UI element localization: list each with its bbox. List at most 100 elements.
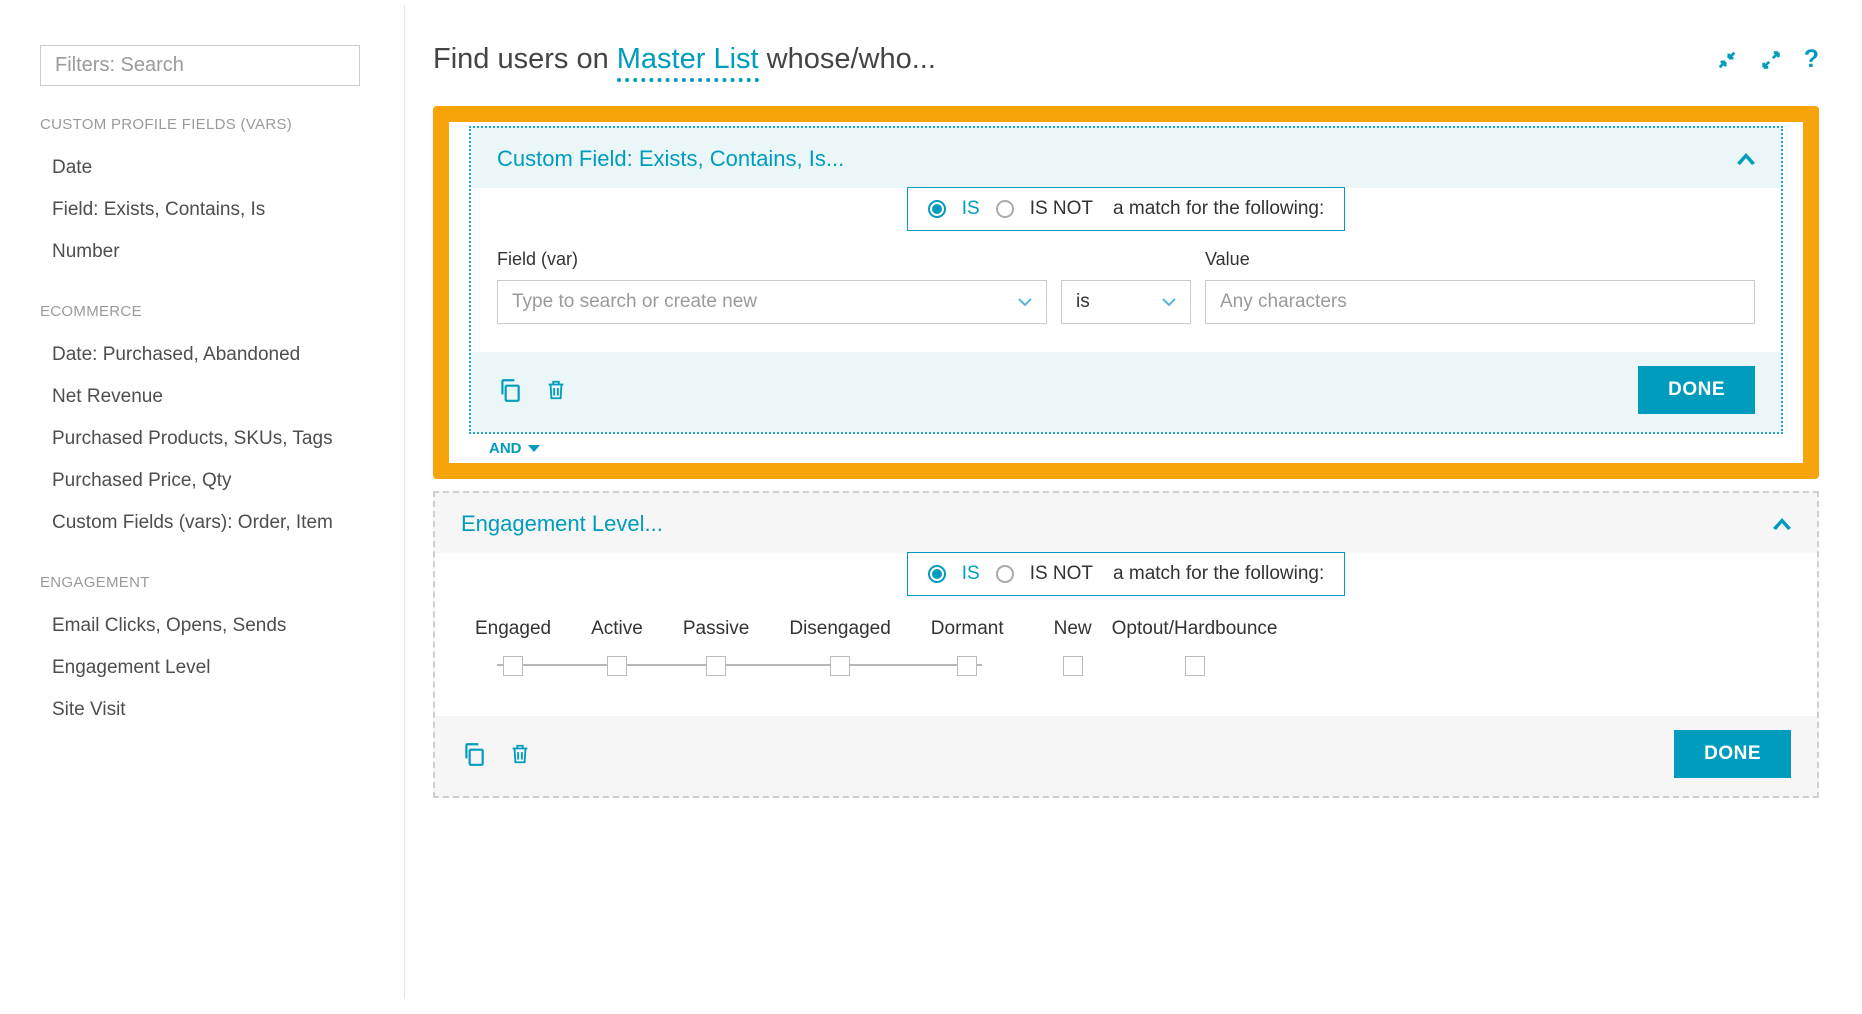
radio-is-not[interactable] xyxy=(996,565,1014,583)
is-isnot-toggle: IS IS NOT a match for the following: xyxy=(907,187,1346,231)
expand-icon[interactable] xyxy=(1760,49,1782,71)
and-connector[interactable]: AND xyxy=(469,434,1783,461)
sidebar-item-engagement-level[interactable]: Engagement Level xyxy=(40,647,372,689)
copy-icon[interactable] xyxy=(497,377,523,403)
radio-is-label: IS xyxy=(962,563,980,585)
collapse-card-icon[interactable] xyxy=(1737,153,1755,165)
is-isnot-toggle: IS IS NOT a match for the following: xyxy=(907,552,1346,596)
done-button[interactable]: DONE xyxy=(1674,730,1791,778)
sidebar-item-number[interactable]: Number xyxy=(40,231,372,273)
header-actions: ? xyxy=(1716,45,1819,74)
card-body: IS IS NOT a match for the following: Eng… xyxy=(435,553,1817,716)
criteria-custom-field: Custom Field: Exists, Contains, Is... IS… xyxy=(469,126,1783,434)
radio-is-label: IS xyxy=(962,198,980,220)
sidebar-item-site-visit[interactable]: Site Visit xyxy=(40,689,372,731)
level-disengaged: Disengaged xyxy=(789,618,890,676)
chevron-down-icon xyxy=(1018,298,1032,307)
level-label: Engaged xyxy=(475,618,551,640)
radio-is-not-label: IS NOT xyxy=(1030,198,1093,220)
value-input[interactable]: Any characters xyxy=(1205,280,1755,324)
level-checkbox[interactable] xyxy=(1063,656,1083,676)
card-title-custom-field: Custom Field: Exists, Contains, Is... xyxy=(497,146,844,172)
done-button[interactable]: DONE xyxy=(1638,366,1755,414)
level-active: Active xyxy=(591,618,643,676)
help-icon[interactable]: ? xyxy=(1804,45,1819,74)
operator-combo[interactable]: is xyxy=(1061,280,1191,324)
value-label: Value xyxy=(1205,249,1755,270)
level-optout: Optout/Hardbounce xyxy=(1112,618,1278,676)
collapse-icon[interactable] xyxy=(1716,49,1738,71)
section-label-custom-profile: CUSTOM PROFILE FIELDS (VARS) xyxy=(40,116,372,133)
level-checkbox[interactable] xyxy=(503,656,523,676)
card-footer-actions xyxy=(497,377,567,403)
engagement-levels-row: Engaged Active Passive Disengaged Dorman… xyxy=(435,614,1817,716)
chevron-down-icon xyxy=(1162,298,1176,307)
operator-value: is xyxy=(1076,291,1090,313)
card-header: Custom Field: Exists, Contains, Is... xyxy=(471,128,1781,188)
card-footer: DONE xyxy=(471,352,1781,432)
card-title-engagement: Engagement Level... xyxy=(461,511,663,537)
operator-spacer xyxy=(1061,249,1191,270)
match-text: a match for the following: xyxy=(1113,563,1324,585)
copy-icon[interactable] xyxy=(461,741,487,767)
sidebar-item-net-revenue[interactable]: Net Revenue xyxy=(40,376,372,418)
level-checkbox[interactable] xyxy=(706,656,726,676)
sidebar-item-purchased-price[interactable]: Purchased Price, Qty xyxy=(40,460,372,502)
search-field-wrap[interactable] xyxy=(40,45,360,86)
chevron-down-icon xyxy=(528,445,540,453)
level-label: Dormant xyxy=(931,618,1004,640)
value-col: Value Any characters xyxy=(1205,249,1755,324)
level-engaged: Engaged xyxy=(475,618,551,676)
level-passive: Passive xyxy=(683,618,750,676)
level-label: Disengaged xyxy=(789,618,890,640)
sidebar-item-field-exists[interactable]: Field: Exists, Contains, Is xyxy=(40,189,372,231)
level-checkbox[interactable] xyxy=(957,656,977,676)
sidebar-item-email-clicks[interactable]: Email Clicks, Opens, Sends xyxy=(40,605,372,647)
match-row: IS IS NOT a match for the following: xyxy=(435,553,1817,614)
headline-row: Find users on Master List whose/who... ? xyxy=(433,43,1819,76)
master-list-link[interactable]: Master List xyxy=(617,43,759,82)
section-label-ecommerce: ECOMMERCE xyxy=(40,303,372,320)
level-checkbox[interactable] xyxy=(1185,656,1205,676)
radio-is-not[interactable] xyxy=(996,200,1014,218)
collapse-card-icon[interactable] xyxy=(1773,518,1791,530)
trash-icon[interactable] xyxy=(545,377,567,403)
sidebar-item-date[interactable]: Date xyxy=(40,147,372,189)
filters-search-input[interactable] xyxy=(55,54,345,77)
radio-is-not-label: IS NOT xyxy=(1030,563,1093,585)
engagement-scale: Engaged Active Passive Disengaged Dorman… xyxy=(475,618,1004,676)
app-root: CUSTOM PROFILE FIELDS (VARS) Date Field:… xyxy=(0,0,1862,1014)
card-footer: DONE xyxy=(435,716,1817,796)
section-label-engagement: ENGAGEMENT xyxy=(40,574,372,591)
level-label: New xyxy=(1054,618,1092,640)
sidebar-item-custom-fields-order[interactable]: Custom Fields (vars): Order, Item xyxy=(40,502,372,544)
criteria-engagement-level: Engagement Level... IS IS NOT a match fo… xyxy=(433,491,1819,798)
radio-is[interactable] xyxy=(928,200,946,218)
field-form-row: Field (var) Type to search or create new xyxy=(471,249,1781,352)
level-new: New xyxy=(1054,618,1092,676)
card-body: IS IS NOT a match for the following: Fie… xyxy=(471,188,1781,352)
field-var-col: Field (var) Type to search or create new xyxy=(497,249,1047,324)
level-label: Active xyxy=(591,618,643,640)
and-label: AND xyxy=(489,440,522,457)
field-var-placeholder: Type to search or create new xyxy=(512,291,757,313)
headline-prefix: Find users on xyxy=(433,43,617,75)
level-dormant: Dormant xyxy=(931,618,1004,676)
trash-icon[interactable] xyxy=(509,741,531,767)
level-label: Optout/Hardbounce xyxy=(1112,618,1278,640)
match-text: a match for the following: xyxy=(1113,198,1324,220)
sidebar-item-date-purchased[interactable]: Date: Purchased, Abandoned xyxy=(40,334,372,376)
field-var-combo[interactable]: Type to search or create new xyxy=(497,280,1047,324)
level-label: Passive xyxy=(683,618,750,640)
sidebar-item-purchased-products[interactable]: Purchased Products, SKUs, Tags xyxy=(40,418,372,460)
operator-col: is xyxy=(1061,249,1191,324)
filters-sidebar: CUSTOM PROFILE FIELDS (VARS) Date Field:… xyxy=(15,5,405,999)
card-header: Engagement Level... xyxy=(435,493,1817,553)
page-title: Find users on Master List whose/who... xyxy=(433,43,936,76)
value-placeholder: Any characters xyxy=(1220,291,1347,313)
level-checkbox[interactable] xyxy=(830,656,850,676)
audience-builder-main: Find users on Master List whose/who... ?… xyxy=(405,5,1847,999)
level-checkbox[interactable] xyxy=(607,656,627,676)
card-footer-actions xyxy=(461,741,531,767)
radio-is[interactable] xyxy=(928,565,946,583)
